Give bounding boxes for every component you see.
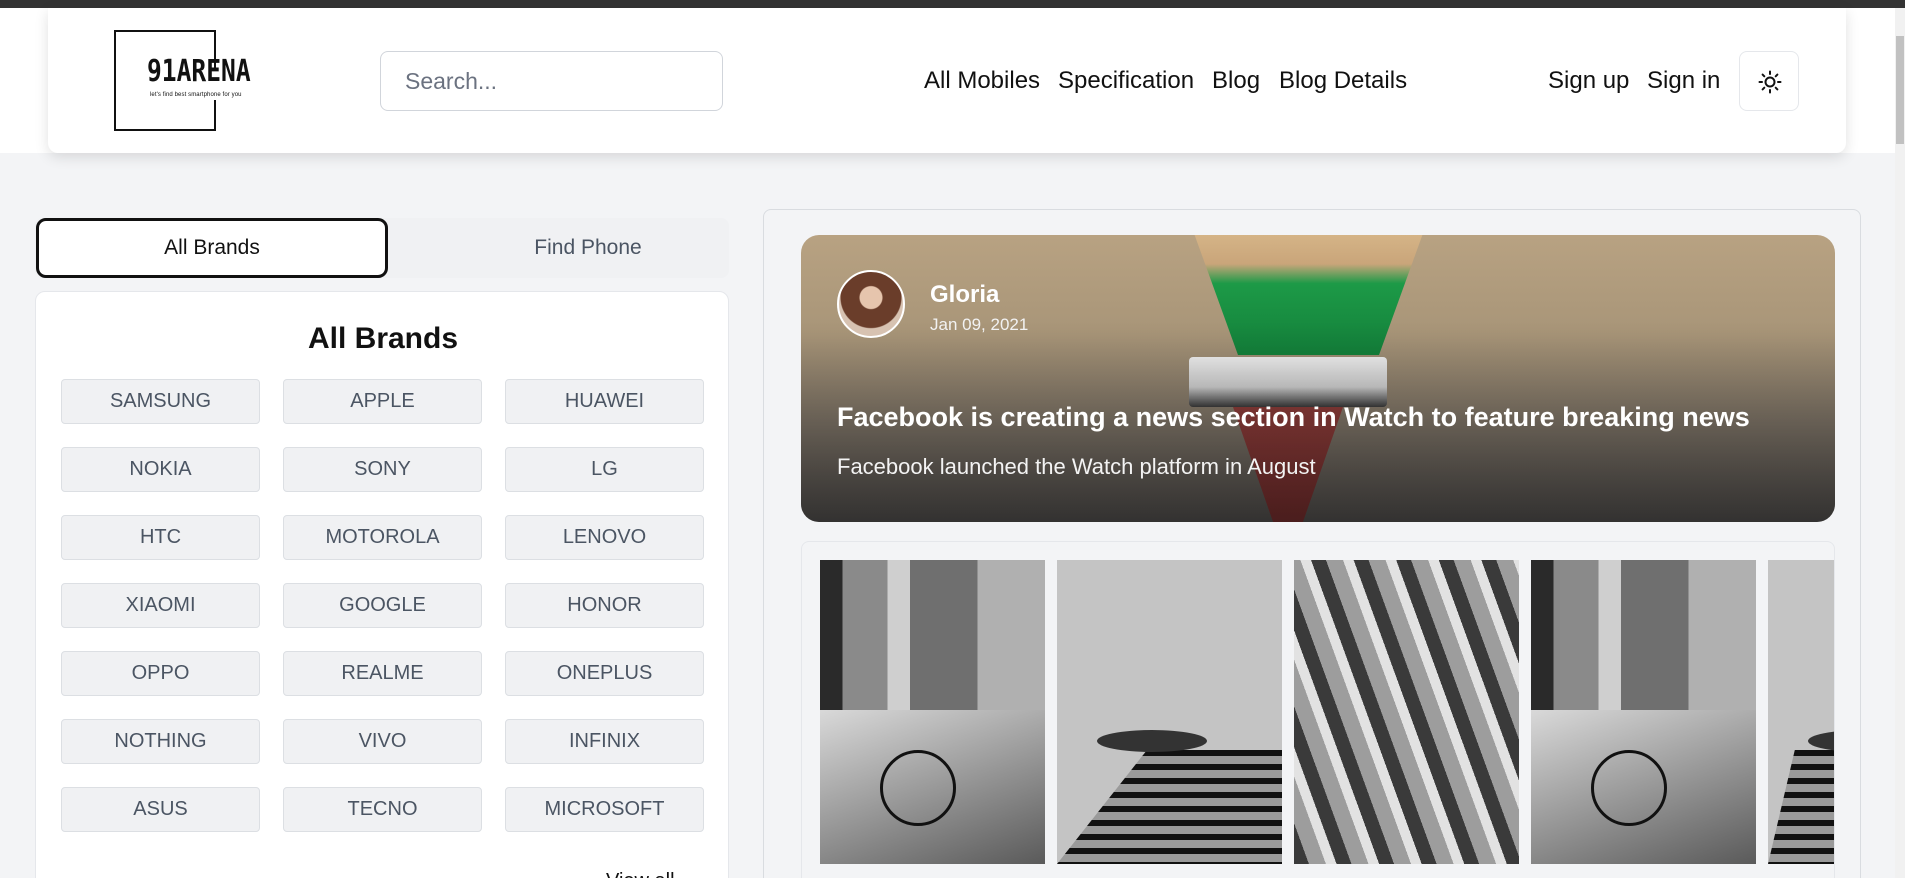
author-avatar xyxy=(837,270,905,338)
gallery-photo[interactable] xyxy=(820,560,1045,864)
tab-find-phone[interactable]: Find Phone xyxy=(413,218,763,278)
brands-panel: All Brands SAMSUNG APPLE HUAWEI NOKIA SO… xyxy=(35,291,729,878)
brand-button[interactable]: SAMSUNG xyxy=(61,379,260,424)
post-subtitle: Facebook launched the Watch platform in … xyxy=(837,454,1316,479)
sidebar-tabs: All Brands Find Phone xyxy=(35,218,729,278)
brand-button[interactable]: LENOVO xyxy=(505,515,704,560)
sun-icon xyxy=(1758,70,1782,94)
tab-all-brands[interactable]: All Brands xyxy=(36,218,388,278)
gallery-photo[interactable] xyxy=(1531,560,1756,864)
author-name: Gloria xyxy=(930,281,1000,308)
brand-button[interactable]: TECNO xyxy=(283,787,482,832)
featured-post-card[interactable]: Gloria Jan 09, 2021 Facebook is creating… xyxy=(801,235,1835,522)
brand-button[interactable]: ONEPLUS xyxy=(505,651,704,696)
post-title[interactable]: Facebook is creating a news section in W… xyxy=(837,402,1750,433)
gallery-photo[interactable] xyxy=(1768,560,1834,864)
view-all-link[interactable]: View all xyxy=(606,870,675,878)
nav-blog-details[interactable]: Blog Details xyxy=(1279,67,1407,95)
photo-gallery xyxy=(801,541,1835,878)
brands-title: All Brands xyxy=(307,322,459,355)
brand-button[interactable]: XIAOMI xyxy=(61,583,260,628)
gallery-photo[interactable] xyxy=(1294,560,1519,864)
brand-button[interactable]: MICROSOFT xyxy=(505,787,704,832)
brand-grid: SAMSUNG APPLE HUAWEI NOKIA SONY LG HTC M… xyxy=(61,379,706,832)
nav-specification[interactable]: Specification xyxy=(1058,67,1194,95)
brand-button[interactable]: OPPO xyxy=(61,651,260,696)
logo-title: 91ARENA xyxy=(147,54,251,89)
page-scrollbar[interactable] xyxy=(1895,8,1905,878)
brand-button[interactable]: ASUS xyxy=(61,787,260,832)
brand-button[interactable]: NOTHING xyxy=(61,719,260,764)
brand-button[interactable]: VIVO xyxy=(283,719,482,764)
browser-top-bar xyxy=(0,0,1905,8)
brand-button[interactable]: APPLE xyxy=(283,379,482,424)
brand-button[interactable]: HTC xyxy=(61,515,260,560)
signup-link[interactable]: Sign up xyxy=(1548,67,1629,95)
theme-toggle-button[interactable] xyxy=(1739,51,1799,111)
post-date: Jan 09, 2021 xyxy=(930,315,1029,334)
nav-blog[interactable]: Blog xyxy=(1212,67,1260,95)
nav-all-mobiles[interactable]: All Mobiles xyxy=(924,67,1040,95)
brand-button[interactable]: MOTOROLA xyxy=(283,515,482,560)
brand-button[interactable]: NOKIA xyxy=(61,447,260,492)
brand-button[interactable]: HONOR xyxy=(505,583,704,628)
brand-button[interactable]: INFINIX xyxy=(505,719,704,764)
brand-button[interactable]: LG xyxy=(505,447,704,492)
brand-button[interactable]: HUAWEI xyxy=(505,379,704,424)
scrollbar-thumb[interactable] xyxy=(1896,36,1904,144)
brand-button[interactable]: REALME xyxy=(283,651,482,696)
gallery-photo[interactable] xyxy=(1057,560,1282,864)
brand-button[interactable]: SONY xyxy=(283,447,482,492)
logo-tagline: let's find best smartphone for you xyxy=(150,92,242,98)
signin-link[interactable]: Sign in xyxy=(1647,67,1720,95)
search-input[interactable] xyxy=(380,51,723,111)
brand-button[interactable]: GOOGLE xyxy=(283,583,482,628)
logo-frame-edge xyxy=(214,100,216,131)
